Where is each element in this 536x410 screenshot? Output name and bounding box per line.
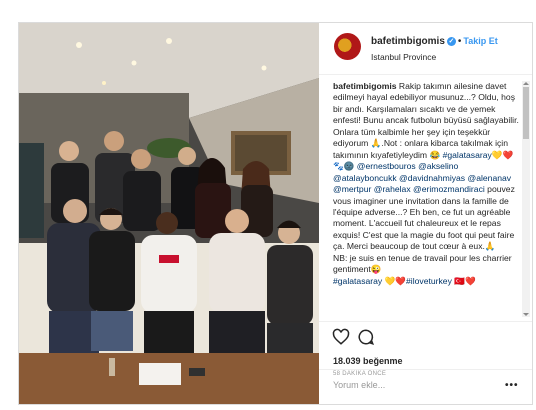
post-photo[interactable] — [19, 23, 319, 404]
caption-text-french: pouvez vous imaginer une invitation dans… — [333, 184, 515, 252]
username-link[interactable]: bafetimbigomis — [371, 36, 445, 47]
mentions-list[interactable]: @ernestbouros @akselino @atalayboncukk @… — [333, 161, 511, 194]
scroll-up-icon[interactable] — [523, 82, 529, 85]
caption-note: NB: je suis en tenue de travail pour les… — [333, 252, 512, 275]
follow-button[interactable]: Takip Et — [463, 36, 497, 46]
caption-emojis-2: 💛❤️ — [384, 275, 407, 286]
user-line: bafetimbigomis ✓ • Takip Et — [371, 36, 498, 47]
likes-count[interactable]: 18.039 beğenme — [333, 356, 403, 366]
hashtag-galatasaray-2[interactable]: #galatasaray — [333, 276, 382, 286]
verified-badge-icon: ✓ — [446, 36, 456, 46]
caption-emojis-3: 🇹🇷❤️ — [454, 275, 476, 286]
hashtag-iloveturkey[interactable]: #iloveturkey — [406, 276, 452, 286]
group-photo-illustration — [19, 23, 319, 404]
comment-section: ••• — [319, 369, 532, 405]
avatar[interactable] — [334, 33, 361, 60]
comment-input[interactable] — [333, 380, 493, 390]
caption-scrollbar[interactable] — [522, 81, 530, 317]
heart-outline-icon[interactable] — [332, 328, 350, 346]
post-side-panel: bafetimbigomis ✓ • Takip Et Istanbul Provin… — [319, 23, 532, 404]
post-card: bafetimbigomis ✓ • Takip Et Istanbul Provin… — [18, 22, 533, 405]
hashtag-galatasaray[interactable]: #galatasaray — [443, 150, 492, 160]
more-options-icon[interactable]: ••• — [505, 380, 519, 391]
separator-dot: • — [457, 36, 462, 47]
scrollbar-thumb[interactable] — [523, 87, 529, 139]
caption-author[interactable]: bafetimbigomis — [333, 81, 397, 91]
speech-bubble-icon[interactable] — [357, 328, 375, 346]
location-link[interactable]: Istanbul Province — [371, 52, 436, 62]
caption-text-turkish: Rakip takımın ailesine davet edilmeyi ha… — [333, 81, 519, 160]
caption: bafetimbigomis Rakip takımın ailesine da… — [333, 81, 519, 321]
scroll-down-icon[interactable] — [523, 313, 529, 316]
post-header: bafetimbigomis ✓ • Takip Et Istanbul Provin… — [319, 23, 532, 75]
